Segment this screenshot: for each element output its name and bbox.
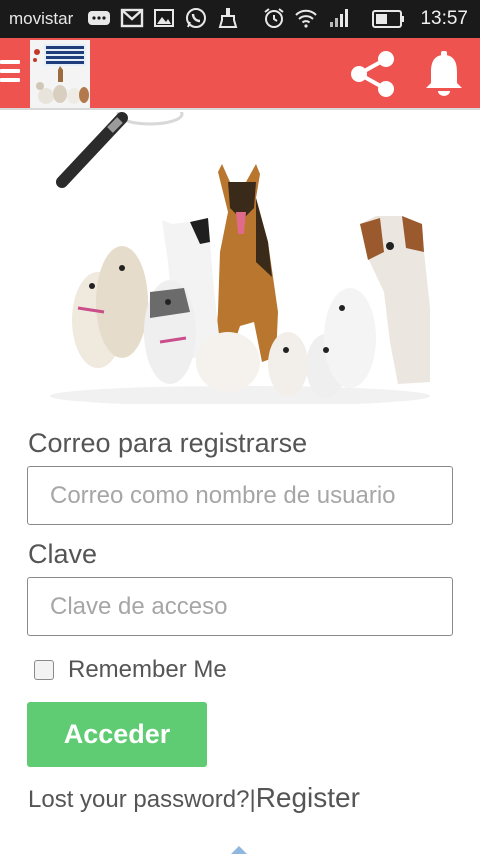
carrier-name: movistar [9, 9, 74, 28]
scroll-up-indicator [231, 846, 247, 854]
register-link[interactable]: Register [256, 782, 360, 813]
password-input[interactable] [27, 577, 453, 636]
email-label: Correo para registrarse [28, 428, 308, 458]
hamburger-icon[interactable] [0, 60, 22, 90]
alarm-icon [264, 8, 284, 28]
clock: 13:57 [420, 8, 468, 29]
share-icon[interactable] [346, 48, 398, 100]
battery-icon [372, 10, 405, 28]
password-label: Clave [28, 539, 98, 569]
whatsapp-icon [186, 8, 206, 28]
logo-image [30, 40, 90, 108]
app-header [0, 38, 480, 110]
remember-me: Remember Me [34, 656, 227, 684]
email-input[interactable] [27, 466, 453, 525]
login-button[interactable]: Acceder [27, 702, 207, 767]
dogs-hero-image [50, 112, 430, 404]
chat-icon [88, 11, 110, 25]
notification-icons [86, 6, 350, 30]
wifi-icon [295, 9, 317, 28]
remember-me-label[interactable]: Remember Me [68, 656, 227, 684]
signal-icon [330, 9, 348, 27]
lost-password-link[interactable]: Lost your password? [28, 786, 249, 813]
gallery-icon [154, 9, 174, 27]
logo[interactable] [30, 40, 90, 108]
bell-icon[interactable] [420, 48, 468, 98]
gmail-icon [120, 8, 144, 28]
status-bar: movistar 13:57 [0, 0, 480, 38]
account-links: Lost your password?|Register [28, 782, 360, 814]
cleaner-icon [218, 8, 238, 28]
remember-me-checkbox[interactable] [34, 660, 54, 680]
